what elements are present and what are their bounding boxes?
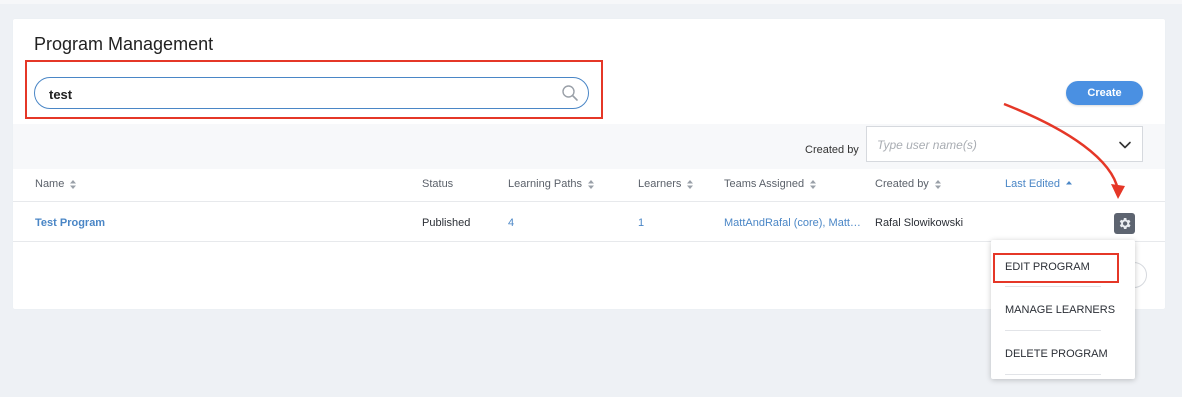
column-label: Teams Assigned [724,178,805,190]
column-label: Created by [875,178,929,190]
row-actions-button[interactable] [1114,213,1135,234]
menu-divider [1005,330,1101,331]
created-by-input[interactable] [877,138,1097,152]
gear-icon [1119,218,1131,229]
created-by-filter-label: Created by [805,144,859,156]
column-header-last-edited[interactable]: Last Edited [1005,178,1073,190]
column-label: Learners [638,178,682,190]
column-label: Name [35,178,65,190]
sort-ascending-icon [1066,180,1073,185]
menu-divider [1005,286,1101,287]
sort-icon [687,179,694,189]
chevron-down-icon[interactable] [1118,138,1132,152]
edit-program-highlight-box [993,253,1119,283]
column-header-learning-paths[interactable]: Learning Paths [508,178,594,190]
status-cell: Published [422,217,471,229]
teams-assigned-link[interactable]: MattAndRafal (core), Matt… [724,217,861,229]
column-header-status: Status [422,178,453,190]
column-label: Last Edited [1005,178,1061,190]
menu-item-delete-program[interactable]: DELETE PROGRAM [1005,348,1108,360]
learners-count-link[interactable]: 1 [638,217,644,229]
created-by-cell: Rafal Slowikowski [875,217,964,229]
menu-item-manage-learners[interactable]: MANAGE LEARNERS [1005,304,1115,316]
table-row: Test Program Published 4 1 MattAndRafal … [13,202,1165,242]
created-by-select[interactable] [866,126,1143,162]
column-header-teams-assigned[interactable]: Teams Assigned [724,178,817,190]
table-header: Name Status Learning Paths Learners Team… [13,169,1165,202]
column-header-learners[interactable]: Learners [638,178,694,190]
menu-divider [1005,374,1101,375]
search-highlight-box [25,60,603,119]
sort-icon [810,179,817,189]
filter-bar: Created by [13,124,1165,169]
column-header-created-by[interactable]: Created by [875,178,941,190]
sort-icon [934,179,941,189]
column-label: Learning Paths [508,178,582,190]
sort-icon [70,179,77,189]
column-label: Status [422,178,454,190]
sort-icon [588,179,594,189]
page-title: Program Management [34,34,214,54]
create-button[interactable]: Create [1066,81,1143,105]
top-strip [0,0,1182,4]
program-name-link[interactable]: Test Program [35,217,105,229]
learning-paths-count-link[interactable]: 4 [508,217,514,229]
column-header-name[interactable]: Name [35,178,77,190]
